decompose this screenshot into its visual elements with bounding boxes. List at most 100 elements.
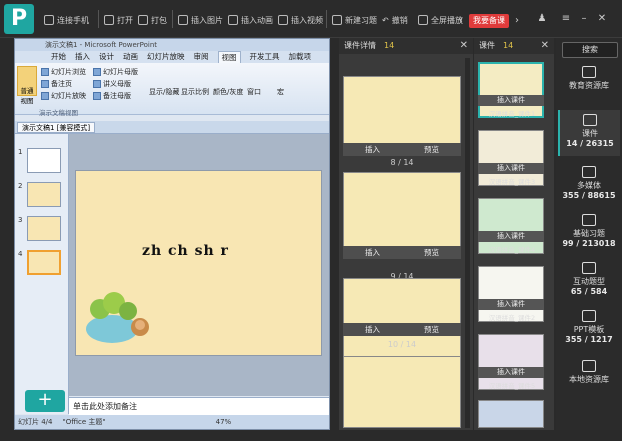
ribbon-tabs: 开始 插入 设计 动画 幻灯片放映 审阅 视图 开发工具 加载项 <box>15 51 329 63</box>
notes-page-button[interactable]: 备注页 <box>41 79 72 89</box>
image-icon <box>178 15 188 25</box>
user-icon[interactable]: ♟ <box>536 12 548 26</box>
insert-button[interactable]: 插入 <box>365 246 380 259</box>
courseware-title: 汉语拼音_课件2 <box>488 314 536 322</box>
undo-button[interactable]: ↶ 撤销 <box>382 13 408 27</box>
window-dropdown[interactable]: 窗口 <box>247 87 261 97</box>
insert-courseware-button[interactable]: 插入课件 <box>478 163 544 174</box>
search-button[interactable]: 搜索 <box>562 42 618 58</box>
insert-courseware-button[interactable]: 插入课件 <box>478 367 544 378</box>
slide-title-text[interactable]: zh ch sh r <box>142 243 229 259</box>
connect-phone-button[interactable]: 连接手机 <box>44 13 89 27</box>
add-button[interactable]: + <box>25 390 65 412</box>
tab-slideshow[interactable]: 幻灯片放映 <box>147 51 185 63</box>
slide-sorter-button[interactable]: 幻灯片浏览 <box>41 67 86 77</box>
monitor-icon <box>582 360 596 372</box>
slide-master-button[interactable]: 幻灯片母版 <box>93 67 138 77</box>
prev-arrow-icon[interactable]: ‹ <box>456 14 466 28</box>
thumb-number: 2 <box>18 182 23 190</box>
slide-canvas[interactable]: zh ch sh r <box>75 170 322 356</box>
close-icon[interactable]: ✕ <box>596 12 608 26</box>
pack-button[interactable]: 打包 <box>138 13 167 27</box>
cloud-icon <box>582 66 596 78</box>
panel-header: 课件 14 ✕ <box>474 38 554 54</box>
zoom-dropdown[interactable]: 显示比例 <box>181 87 209 97</box>
preview-button[interactable]: 预览 <box>424 143 439 156</box>
tab-animation[interactable]: 动画 <box>123 51 138 63</box>
preview-button[interactable]: 预览 <box>424 246 439 259</box>
insert-button[interactable]: 插入 <box>365 143 380 156</box>
insert-courseware-button[interactable]: 插入课件 <box>478 95 544 106</box>
courseware-title: 汉语拼音_课件5 <box>488 382 536 390</box>
video-icon <box>278 15 288 25</box>
camera-icon <box>582 166 596 178</box>
exercise-icon <box>332 15 342 25</box>
open-button[interactable]: 打开 <box>104 13 133 27</box>
color-grayscale-dropdown[interactable]: 颜色/灰度 <box>213 87 243 97</box>
normal-view-button[interactable]: 普通视图 <box>17 66 37 105</box>
tab-addins[interactable]: 加载项 <box>289 51 312 63</box>
tab-developer[interactable]: 开发工具 <box>250 51 280 63</box>
insert-courseware-button[interactable]: 插入课件 <box>478 299 544 310</box>
handout-master-icon <box>93 80 101 88</box>
sidebar-item-interactive[interactable]: 互动题型 65 / 584 <box>558 258 620 304</box>
document-tab[interactable]: 演示文稿1 [兼容模式] <box>17 122 96 133</box>
scrollbar[interactable] <box>465 58 470 428</box>
sidebar-item-courseware[interactable]: 课件 14 / 26315 <box>558 110 620 156</box>
prepare-lesson-button[interactable]: 我要备课 <box>469 14 509 28</box>
notes-master-button[interactable]: 备注母版 <box>93 91 131 101</box>
macro-button[interactable]: 宏 <box>277 87 284 97</box>
course-detail-panel: 课件详情 14 ✕ 插入 预览 8 / 14 插入 预览 9 / 14 插入 预览 10 … <box>339 38 473 430</box>
tab-home[interactable]: 开始 <box>51 51 66 63</box>
show-hide-dropdown[interactable]: 显示/隐藏 <box>149 87 179 97</box>
interactive-icon <box>582 262 596 274</box>
slide-thumbnail[interactable] <box>27 148 61 173</box>
divider <box>172 10 173 28</box>
sidebar-item-basic-exercises[interactable]: 基础习题 99 / 213018 <box>558 210 620 256</box>
slide-preview-card[interactable] <box>343 356 461 428</box>
minimize-icon[interactable]: – <box>578 12 590 26</box>
sidebar-item-edu-library[interactable]: 教育资源库 <box>558 62 620 108</box>
menu-icon[interactable]: ≡ <box>560 12 572 26</box>
thumb-number: 3 <box>18 216 23 224</box>
close-icon[interactable]: ✕ <box>460 38 468 54</box>
notes-field[interactable]: 单击此处添加备注 <box>69 397 329 415</box>
new-exercise-button[interactable]: 新建习题 <box>332 13 377 27</box>
courseware-list-panel: 课件 14 ✕ 插入课件 汉语拼音_课件1 插入课件 汉语拼音_课件3 插入课件 汉… <box>474 38 554 430</box>
document-tabs: 演示文稿1 [兼容模式] <box>15 121 329 134</box>
slide-preview-card[interactable] <box>343 172 461 252</box>
tab-design[interactable]: 设计 <box>99 51 114 63</box>
slide-thumbnail[interactable] <box>27 182 61 207</box>
ribbon-group-label: 演示文稿视图 <box>39 109 78 117</box>
undo-icon: ↶ <box>382 15 389 25</box>
tab-insert[interactable]: 插入 <box>75 51 90 63</box>
slide-thumbnail-selected[interactable] <box>27 250 61 275</box>
preview-button[interactable]: 预览 <box>424 323 439 336</box>
slideshow-button[interactable]: 幻灯片放映 <box>41 91 86 101</box>
thumb-number: 4 <box>18 250 23 258</box>
folder-icon <box>104 15 114 25</box>
courseware-title: 汉语拼音_课件4 <box>488 246 536 254</box>
next-arrow-icon[interactable]: › <box>512 14 522 28</box>
insert-animation-button[interactable]: 插入动画 <box>228 13 273 27</box>
slide-sorter-icon <box>41 68 49 76</box>
courseware-thumbnail[interactable] <box>478 400 544 428</box>
card-actions: 插入 预览 <box>343 323 461 336</box>
slide-thumbnail[interactable] <box>27 216 61 241</box>
tab-view[interactable]: 视图 <box>217 51 241 63</box>
slideshow-icon <box>41 92 49 100</box>
zoom-level[interactable]: 47% <box>216 418 232 426</box>
ribbon: 普通视图 幻灯片浏览 幻灯片母版 备注页 讲义母版 幻灯片放映 备注母版 显示/… <box>15 63 329 117</box>
sidebar-item-local-library[interactable]: 本地资源库 <box>558 356 620 402</box>
insert-button[interactable]: 插入 <box>365 323 380 336</box>
close-icon[interactable]: ✕ <box>541 38 549 54</box>
insert-image-button[interactable]: 插入图片 <box>178 13 223 27</box>
tab-review[interactable]: 审阅 <box>194 51 209 63</box>
insert-video-button[interactable]: 插入视频 <box>278 13 323 27</box>
phone-icon <box>44 15 54 25</box>
powerpoint-window: 演示文稿1 - Microsoft PowerPoint 开始 插入 设计 动画… <box>14 38 330 430</box>
sidebar-item-ppt-templates[interactable]: PPT模板 355 / 1217 <box>558 306 620 352</box>
sidebar-item-multimedia[interactable]: 多媒体 355 / 88615 <box>558 162 620 208</box>
handout-master-button[interactable]: 讲义母版 <box>93 79 131 89</box>
insert-courseware-button[interactable]: 插入课件 <box>478 231 544 242</box>
